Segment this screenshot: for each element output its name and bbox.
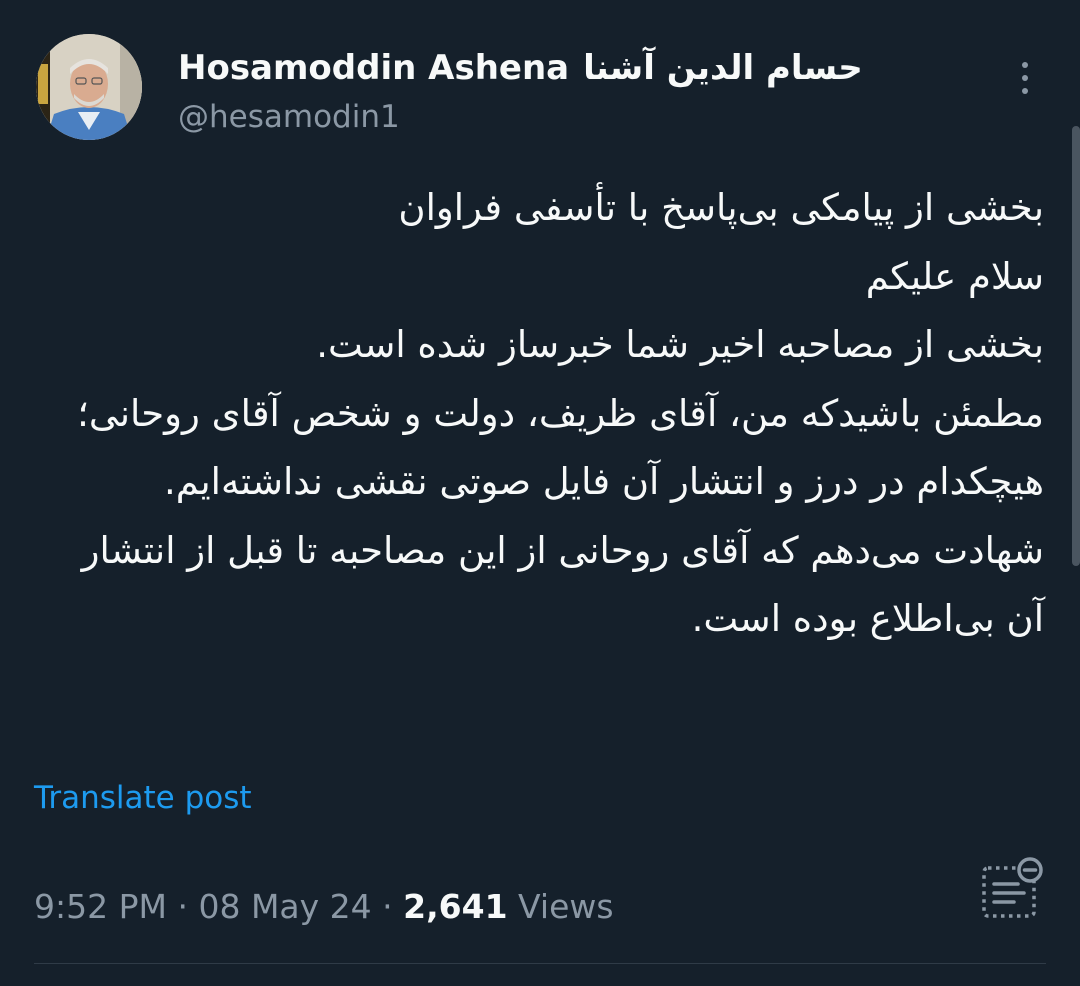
avatar[interactable] xyxy=(36,34,142,140)
author-name[interactable]: Hosamoddin Ashena حسام الدین آشنا xyxy=(178,42,863,94)
post-line: بخشی از مصاحبه اخیر شما خبرساز شده است. xyxy=(316,323,1044,366)
avatar-image xyxy=(36,34,142,140)
meta-separator: · xyxy=(382,887,393,926)
post-time[interactable]: 9:52 PM xyxy=(34,887,167,926)
scrollbar-thumb[interactable] xyxy=(1072,126,1080,566)
more-vertical-icon[interactable] xyxy=(1008,56,1042,100)
post-date[interactable]: 08 May 24 xyxy=(198,887,371,926)
post-body: بخشی از پیامکی بی‌پاسخ با تأسفی فراوان س… xyxy=(36,174,1044,654)
post-line: بخشی از پیامکی بی‌پاسخ با تأسفی فراوان xyxy=(398,186,1044,229)
views-count: 2,641 xyxy=(403,887,508,926)
view-analytics-icon[interactable] xyxy=(978,856,1048,920)
post-line: مطمئن باشیدکه من، آقای ظریف، دولت و شخص … xyxy=(77,391,1044,504)
translate-post-link[interactable]: Translate post xyxy=(34,776,252,820)
post-line: شهادت می‌دهم که آقای روحانی از این مصاحب… xyxy=(81,528,1044,641)
post-line: سلام علیکم xyxy=(865,254,1044,298)
post-metadata: 9:52 PM · 08 May 24 · 2,641 Views xyxy=(34,884,614,930)
views-label: Views xyxy=(518,887,614,926)
author-name-persian: حسام الدین آشنا xyxy=(583,48,863,88)
meta-separator: · xyxy=(177,887,188,926)
author-name-latin: Hosamoddin Ashena xyxy=(178,48,570,88)
author-handle[interactable]: @hesamodin1 xyxy=(178,96,400,138)
divider xyxy=(34,963,1046,964)
